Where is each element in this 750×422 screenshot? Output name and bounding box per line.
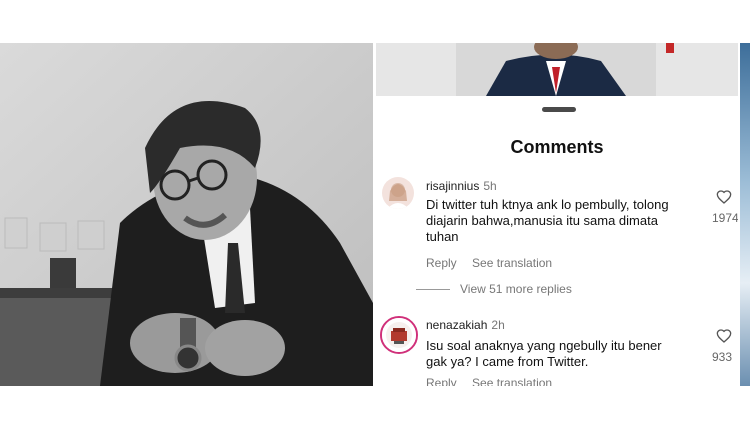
comment-time: 5h [483, 179, 497, 193]
avatar[interactable] [380, 316, 418, 354]
comment-text: Isu soal anaknya yang ngebully itu bener… [426, 338, 662, 369]
man-portrait-photo [0, 43, 373, 386]
reply-button[interactable]: Reply [426, 376, 457, 386]
see-translation-link[interactable]: See translation [472, 376, 552, 386]
video-thumbnail [376, 43, 738, 96]
see-translation-link[interactable]: See translation [472, 256, 552, 270]
comment-time: 2h [491, 318, 505, 332]
comment-text: Di twitter tuh ktnya ank lo pembully, to… [426, 197, 669, 244]
comment-username[interactable]: risajinnius 5h [426, 179, 497, 193]
comments-panel: Comments risajinnius 5h Di twitter tuh kt… [376, 43, 738, 386]
sheet-title: Comments [510, 137, 604, 157]
drag-handle[interactable] [542, 107, 576, 112]
replies-divider [416, 289, 450, 291]
comment-actions: Reply See translation [426, 256, 564, 270]
comment-actions: Reply See translation [426, 376, 564, 386]
like-count: 1974 [712, 211, 738, 225]
avatar[interactable] [382, 177, 414, 209]
view-replies-link[interactable]: View 51 more replies [416, 282, 572, 296]
heart-icon[interactable] [716, 328, 732, 344]
comment-username[interactable]: nenazakiah 2h [426, 318, 505, 332]
edge-image-strip [740, 43, 750, 386]
heart-icon[interactable] [716, 189, 732, 205]
reply-button[interactable]: Reply [426, 256, 457, 270]
like-count: 933 [712, 350, 733, 364]
